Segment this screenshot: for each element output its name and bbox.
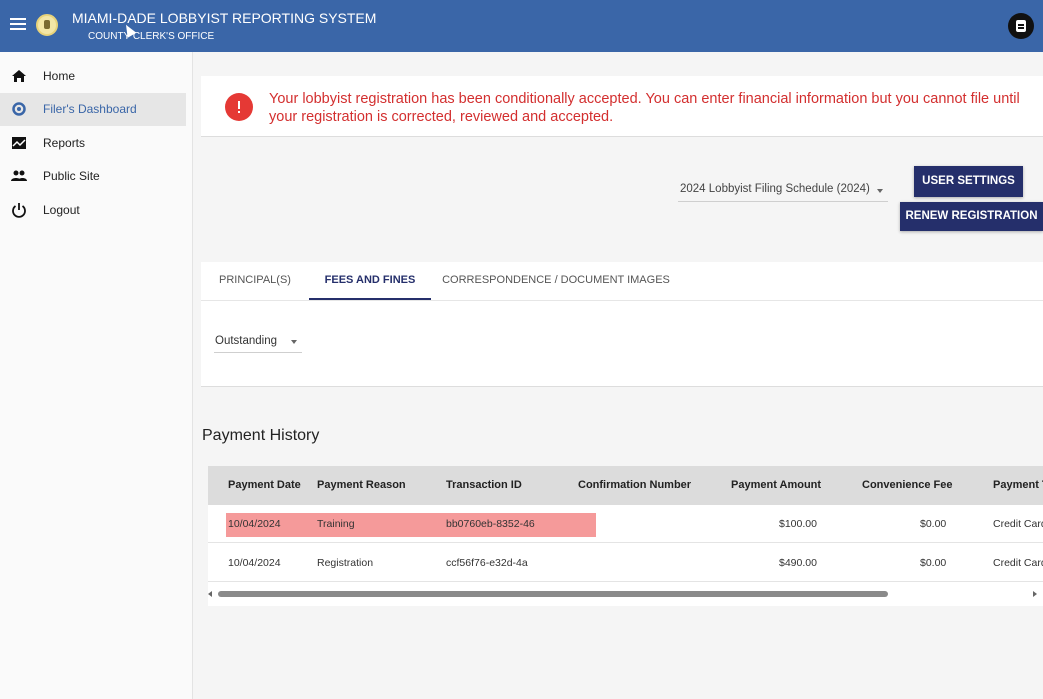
gear-icon xyxy=(12,102,26,116)
tabs-card: PRINCIPAL(S) FEES AND FINES CORRESPONDEN… xyxy=(201,262,1043,387)
payment-amount: $100.00 xyxy=(779,518,817,530)
chart-icon xyxy=(12,137,26,149)
table-header: Payment Date Payment Reason Transaction … xyxy=(208,466,1043,505)
sidebar-item-label: Logout xyxy=(43,203,80,217)
column-header[interactable]: Convenience Fee xyxy=(862,479,952,491)
status-filter-select[interactable]: Outstanding xyxy=(214,329,302,353)
payment-reason: Training xyxy=(317,518,355,530)
renew-registration-button[interactable]: RENEW REGISTRATION xyxy=(900,202,1043,231)
tabs-divider xyxy=(201,300,1043,301)
scroll-left-arrow-icon[interactable] xyxy=(208,591,212,597)
registration-alert: Your lobbyist registration has been cond… xyxy=(201,76,1043,137)
sidebar-item-label: Reports xyxy=(43,136,86,150)
app-subtitle: COUNTY CLERK'S OFFICE xyxy=(88,31,215,42)
app-title: MIAMI-DADE LOBBYIST REPORTING SYSTEM xyxy=(72,10,377,26)
payment-type: Credit Card xyxy=(993,518,1043,530)
column-header[interactable]: Confirmation Number xyxy=(578,479,691,491)
people-icon xyxy=(11,170,27,181)
document-icon[interactable] xyxy=(1008,13,1034,39)
app-bar: MIAMI-DADE LOBBYIST REPORTING SYSTEM COU… xyxy=(0,0,1043,52)
scroll-right-arrow-icon[interactable] xyxy=(1033,591,1037,597)
payment-history-table: Payment Date Payment Reason Transaction … xyxy=(208,466,1043,606)
alert-icon xyxy=(225,93,253,121)
alert-message: Your lobbyist registration has been cond… xyxy=(269,91,1020,125)
sidebar-item-logout[interactable]: Logout xyxy=(0,194,186,227)
payment-reason: Registration xyxy=(317,557,374,569)
column-header[interactable]: Payment Amount xyxy=(731,479,821,491)
power-icon xyxy=(12,203,26,218)
tab-correspondence[interactable]: CORRESPONDENCE / DOCUMENT IMAGES xyxy=(431,262,681,300)
chevron-down-icon xyxy=(291,340,297,344)
sidebar-item-label: Public Site xyxy=(43,169,100,183)
sidebar-item-label: Home xyxy=(43,69,76,83)
sidebar-item-home[interactable]: Home xyxy=(0,60,186,93)
row-highlight xyxy=(226,513,596,537)
horizontal-scrollbar[interactable] xyxy=(218,591,888,597)
payment-amount: $490.00 xyxy=(779,557,817,569)
payment-date: 10/04/2024 xyxy=(228,557,281,569)
table-row[interactable]: 10/04/2024 Training bb0760eb-8352-46 $10… xyxy=(208,505,1043,543)
payment-type: Credit Card xyxy=(993,557,1043,569)
chevron-down-icon xyxy=(877,189,883,193)
column-header[interactable]: Payment Date xyxy=(228,479,301,491)
tab-principals[interactable]: PRINCIPAL(S) xyxy=(201,262,309,300)
payment-date: 10/04/2024 xyxy=(228,518,281,530)
sidebar-item-filers-dashboard[interactable]: Filer's Dashboard xyxy=(0,93,186,126)
column-header[interactable]: Payment T xyxy=(993,479,1043,491)
transaction-id: ccf56f76-e32d-4a xyxy=(446,557,528,569)
sidebar-item-reports[interactable]: Reports xyxy=(0,127,186,160)
convenience-fee: $0.00 xyxy=(920,557,947,569)
home-icon xyxy=(12,70,26,82)
column-header[interactable]: Payment Reason xyxy=(317,479,406,491)
sidebar-item-public-site[interactable]: Public Site xyxy=(0,160,186,193)
user-settings-button[interactable]: USER SETTINGS xyxy=(914,166,1023,197)
sidebar-item-label: Filer's Dashboard xyxy=(43,102,137,116)
filing-schedule-select[interactable]: 2024 Lobbyist Filing Schedule (2024) xyxy=(678,180,888,202)
payment-history-title: Payment History xyxy=(202,427,320,444)
column-header[interactable]: Transaction ID xyxy=(446,479,522,491)
sidebar: Home Filer's Dashboard Reports Public Si… xyxy=(0,52,193,699)
table-row[interactable]: 10/04/2024 Registration ccf56f76-e32d-4a… xyxy=(208,544,1043,582)
convenience-fee: $0.00 xyxy=(920,518,947,530)
status-filter-value: Outstanding xyxy=(215,335,278,347)
transaction-id: bb0760eb-8352-46 xyxy=(446,518,535,530)
filing-schedule-value: 2024 Lobbyist Filing Schedule (2024) xyxy=(680,183,870,195)
tab-fees-and-fines[interactable]: FEES AND FINES xyxy=(309,262,431,300)
county-seal-logo xyxy=(36,14,58,36)
hamburger-menu-icon[interactable] xyxy=(8,15,28,35)
